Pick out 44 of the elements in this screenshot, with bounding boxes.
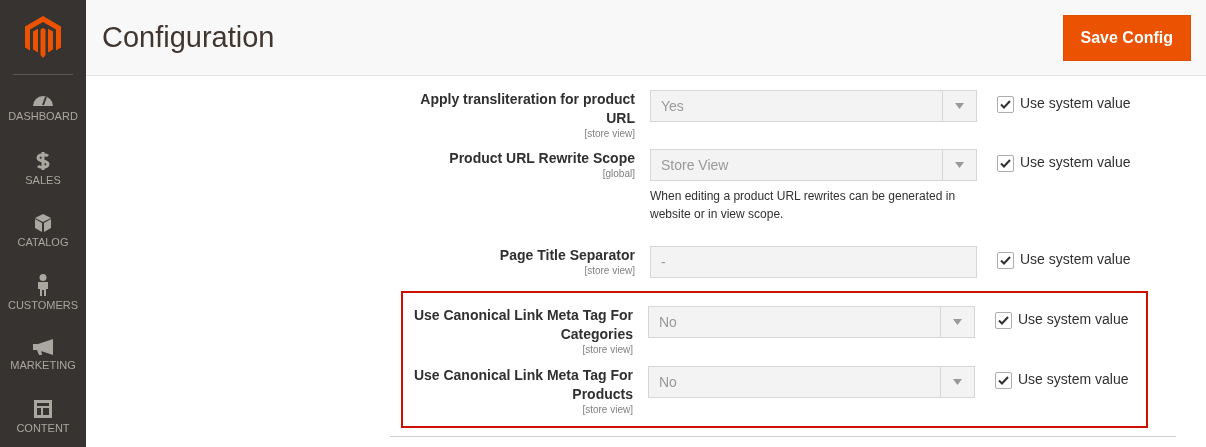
field-label: Use Canonical Link Meta Tag For Categories <box>412 306 633 344</box>
caret-icon <box>953 379 962 385</box>
box-icon <box>34 212 52 233</box>
checkbox-label: Use system value <box>1020 154 1131 170</box>
checkbox[interactable] <box>995 372 1012 389</box>
field-label: Use Canonical Link Meta Tag For Products <box>412 366 633 404</box>
checkbox-label: Use system value <box>1018 311 1129 327</box>
check-icon <box>1000 256 1011 265</box>
scope-label: [global] <box>602 168 635 180</box>
checkbox-label: Use system value <box>1020 95 1131 111</box>
nav-item[interactable]: SALES <box>25 137 61 199</box>
megaphone-icon <box>32 337 54 356</box>
nav-item[interactable]: CONTENT <box>16 385 70 447</box>
caret-icon <box>955 103 964 109</box>
field-label: Apply transliteration for product URL <box>419 90 635 128</box>
checkbox[interactable] <box>997 96 1014 113</box>
checkbox[interactable] <box>997 155 1014 172</box>
nav-item[interactable]: MARKETING <box>10 323 76 385</box>
checkbox-label: Use system value <box>1020 251 1131 267</box>
check-icon <box>1000 100 1011 109</box>
scope-label: [store view] <box>582 344 633 356</box>
checkbox-label: Use system value <box>1018 371 1129 387</box>
field-note: When editing a product URL rewrites can be generated in website or in view scope. <box>650 188 957 223</box>
checkbox[interactable] <box>995 312 1012 329</box>
check-icon <box>1000 159 1011 168</box>
nav-item[interactable]: CATALOG <box>17 199 69 261</box>
caret-icon <box>955 162 964 168</box>
check-icon <box>998 316 1009 325</box>
field-label: Page Title Separator <box>499 246 635 265</box>
nav-item[interactable]: DASHBOARD <box>8 75 78 137</box>
dollar-icon <box>36 150 50 171</box>
page-title: Configuration <box>102 21 275 54</box>
check-icon <box>998 376 1009 385</box>
caret-icon <box>953 319 962 325</box>
scope-label: [store view] <box>584 128 635 140</box>
person-icon <box>37 273 49 296</box>
field-label: Product URL Rewrite Scope <box>449 149 635 168</box>
layout-icon <box>33 398 53 419</box>
nav-item[interactable]: CUSTOMERS <box>7 261 79 323</box>
scope-label: [store view] <box>584 265 635 277</box>
logo-icon <box>25 16 61 58</box>
scope-label: [store view] <box>582 404 633 416</box>
save-button[interactable]: Save Config <box>1062 14 1191 61</box>
checkbox[interactable] <box>997 252 1014 269</box>
